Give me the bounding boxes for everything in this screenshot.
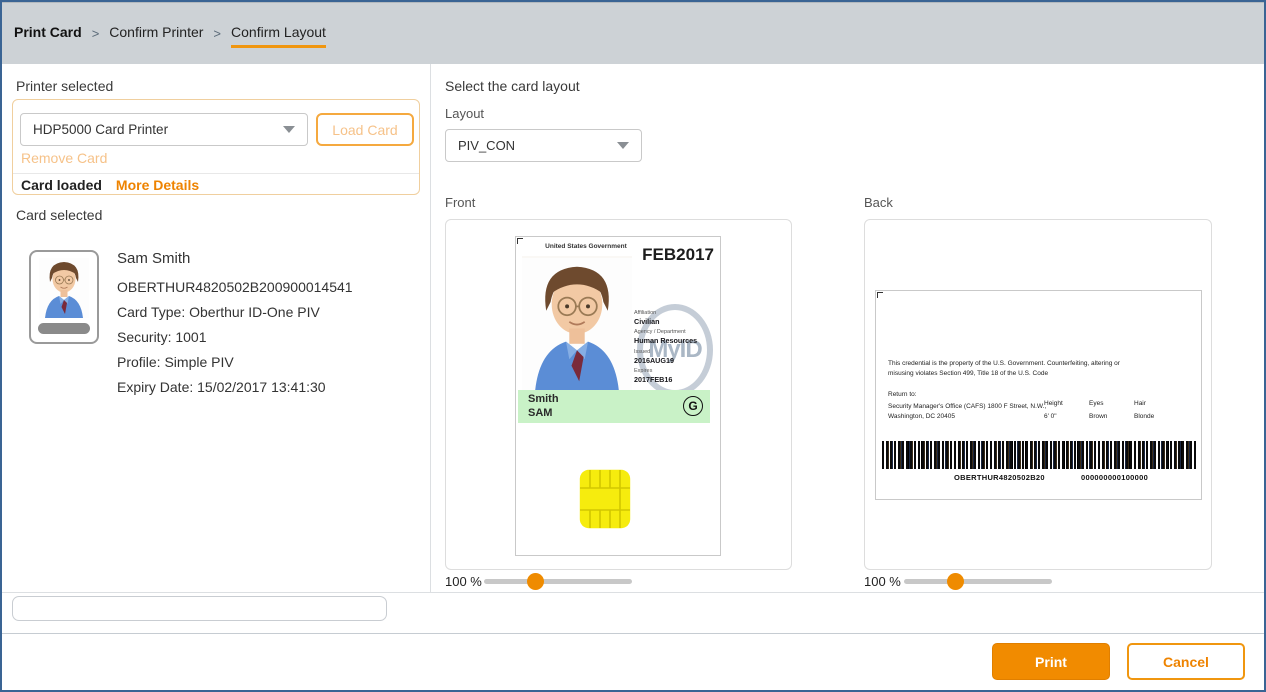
back-zoom-value: 100 % bbox=[864, 574, 901, 589]
card-front-expiry-month: FEB2017 bbox=[642, 245, 714, 265]
card-details: Sam Smith OBERTHUR4820502B200900014541 C… bbox=[117, 250, 353, 400]
chevron-down-icon bbox=[283, 126, 295, 133]
issued-label: Issued bbox=[634, 349, 720, 356]
name-band: Smith SAM G bbox=[518, 390, 710, 423]
breadcrumb-print-card[interactable]: Print Card bbox=[14, 24, 82, 48]
back-preview-panel: This credential is the property of the U… bbox=[864, 219, 1212, 570]
select-layout-title: Select the card layout bbox=[445, 78, 580, 94]
message-box bbox=[12, 596, 387, 621]
load-card-button[interactable]: Load Card bbox=[316, 113, 414, 146]
front-zoom-slider[interactable] bbox=[484, 579, 632, 584]
card-selected-title: Card selected bbox=[16, 207, 102, 223]
layout-dropdown-value: PIV_CON bbox=[458, 138, 515, 153]
printer-box-divider bbox=[13, 173, 419, 174]
print-card-window: Print Card > Confirm Printer > Confirm L… bbox=[0, 0, 1266, 692]
card-slot-graphic bbox=[38, 323, 90, 334]
printer-group-box: HDP5000 Card Printer Load Card Remove Ca… bbox=[12, 99, 420, 195]
back-zoom-slider[interactable] bbox=[904, 579, 1052, 584]
back-zoom-slider-thumb[interactable] bbox=[947, 573, 964, 590]
breadcrumb: Print Card > Confirm Printer > Confirm L… bbox=[14, 24, 326, 48]
printer-dropdown[interactable]: HDP5000 Card Printer bbox=[20, 113, 308, 146]
height-label: Height bbox=[1044, 399, 1063, 408]
layout-dropdown[interactable]: PIV_CON bbox=[445, 129, 642, 162]
front-zoom-slider-thumb[interactable] bbox=[527, 573, 544, 590]
front-label: Front bbox=[445, 195, 475, 210]
g-badge: G bbox=[683, 396, 703, 416]
return-to-label: Return to: bbox=[888, 391, 917, 398]
hair-attr: Hair Blonde bbox=[1134, 399, 1154, 420]
card-type: Card Type: Oberthur ID-One PIV bbox=[117, 300, 353, 325]
back-label: Back bbox=[864, 195, 893, 210]
breadcrumb-confirm-printer[interactable]: Confirm Printer bbox=[109, 24, 203, 48]
cancel-button[interactable]: Cancel bbox=[1127, 643, 1245, 680]
card-front-preview: United States Government FEB2017 bbox=[515, 236, 721, 556]
breadcrumb-separator: > bbox=[92, 26, 100, 46]
eyes-value: Brown bbox=[1089, 413, 1107, 420]
affiliation-label: Affiliation bbox=[634, 310, 720, 317]
eyes-attr: Eyes Brown bbox=[1089, 399, 1107, 420]
smartcard-chip bbox=[579, 469, 631, 529]
card-front-photo bbox=[522, 256, 632, 390]
height-value: 6' 0" bbox=[1044, 413, 1063, 420]
card-loaded-status: Card loaded bbox=[21, 177, 102, 193]
front-zoom-value: 100 % bbox=[445, 574, 482, 589]
layout-label: Layout bbox=[445, 106, 484, 121]
header-bar: Print Card > Confirm Printer > Confirm L… bbox=[2, 2, 1264, 64]
portrait-photo bbox=[37, 258, 91, 318]
print-button[interactable]: Print bbox=[992, 643, 1110, 680]
card-front-header: United States Government bbox=[524, 243, 648, 250]
card-holder-name: Sam Smith bbox=[117, 250, 353, 267]
content-divider bbox=[2, 592, 1264, 593]
card-expiry: Expiry Date: 15/02/2017 13:41:30 bbox=[117, 375, 353, 400]
barcode-serial: OBERTHUR4820502B20 bbox=[954, 473, 1045, 482]
panel-divider bbox=[430, 64, 431, 592]
legal-text: This credential is the property of the U… bbox=[888, 359, 1123, 378]
card-serial: OBERTHUR4820502B200900014541 bbox=[117, 275, 353, 300]
eyes-label: Eyes bbox=[1089, 399, 1107, 408]
card-security: Security: 1001 bbox=[117, 325, 353, 350]
breadcrumb-separator: > bbox=[213, 26, 221, 46]
portrait-photo bbox=[522, 256, 632, 390]
expires-label: Expires bbox=[634, 368, 720, 375]
registration-mark bbox=[517, 238, 523, 244]
return-address: Security Manager's Office (CAFS) 1800 F … bbox=[888, 402, 1050, 421]
card-front-info-block: Affiliation Civilian Agency / Department… bbox=[634, 306, 720, 384]
issued-value: 2016AUG19 bbox=[634, 356, 720, 365]
chevron-down-icon bbox=[617, 142, 629, 149]
barcode bbox=[882, 441, 1197, 469]
height-attr: Height 6' 0" bbox=[1044, 399, 1063, 420]
footer-divider bbox=[2, 633, 1264, 634]
card-back-preview: This credential is the property of the U… bbox=[875, 290, 1202, 500]
agency-value: Human Resources bbox=[634, 336, 720, 345]
remove-card-link[interactable]: Remove Card bbox=[21, 150, 107, 166]
expires-value: 2017FEB16 bbox=[634, 375, 720, 384]
breadcrumb-confirm-layout[interactable]: Confirm Layout bbox=[231, 24, 326, 48]
given-name: SAM bbox=[528, 407, 559, 421]
registration-mark bbox=[877, 292, 883, 298]
card-profile: Profile: Simple PIV bbox=[117, 350, 353, 375]
card-holder-avatar bbox=[29, 250, 99, 344]
agency-label: Agency / Department bbox=[634, 329, 720, 336]
surname: Smith bbox=[528, 393, 559, 407]
affiliation-value: Civilian bbox=[634, 317, 720, 326]
printer-dropdown-value: HDP5000 Card Printer bbox=[33, 122, 168, 137]
hair-label: Hair bbox=[1134, 399, 1154, 408]
hair-value: Blonde bbox=[1134, 413, 1154, 420]
printer-selected-title: Printer selected bbox=[16, 78, 113, 94]
front-preview-panel: United States Government FEB2017 bbox=[445, 219, 792, 570]
barcode-number: 000000000100000 bbox=[1081, 473, 1148, 482]
more-details-link[interactable]: More Details bbox=[116, 177, 199, 193]
